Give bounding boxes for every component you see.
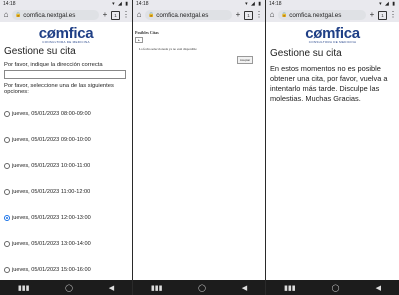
- time-slot-option[interactable]: jueves, 05/01/2023 12:00-13:00: [4, 205, 128, 231]
- android-nav-bar: ▮▮▮ ◯ ◀: [133, 280, 265, 295]
- home-icon[interactable]: ⌂: [2, 11, 10, 19]
- browser-menu-icon[interactable]: ⋮: [122, 11, 130, 19]
- status-time: 14:18: [136, 1, 149, 7]
- radio-button[interactable]: [4, 189, 10, 195]
- time-slot-option[interactable]: jueves, 05/01/2023 10:00-11:00: [4, 153, 128, 179]
- time-slot-list: jueves, 05/01/2023 08:00-09:00 jueves, 0…: [4, 101, 128, 283]
- time-slot-option[interactable]: jueves, 05/01/2023 13:00-14:00: [4, 231, 128, 257]
- url-field[interactable]: 🔒 comfica.nextgal.es: [12, 10, 99, 20]
- time-slot-label: jueves, 05/01/2023 13:00-14:00: [12, 241, 91, 247]
- phone-screen-3: 14:18 ▾ ◢ ▮ ⌂ 🔒 comfica.nextgal.es + 1 ⋮…: [266, 0, 399, 295]
- recents-icon[interactable]: ▮▮▮: [18, 284, 30, 292]
- status-icons: ▾ ◢ ▮: [112, 1, 129, 7]
- logo-tagline: CONSULTORA DE MEDICINA: [42, 40, 90, 44]
- time-slot-label: jueves, 05/01/2023 11:00-12:00: [12, 189, 91, 195]
- new-tab-button[interactable]: +: [234, 11, 242, 19]
- radio-button[interactable]: [4, 241, 10, 247]
- tab-switcher-button[interactable]: 1: [378, 10, 387, 20]
- status-icons: ▾ ◢ ▮: [245, 1, 262, 7]
- address-label: Por favor, indique la dirección correcta: [4, 62, 103, 68]
- url-text: comfica.nextgal.es: [23, 11, 76, 19]
- url-field[interactable]: 🔒 comfica.nextgal.es: [145, 10, 232, 20]
- tab-switcher-button[interactable]: 1: [244, 10, 253, 20]
- status-time: 14:18: [3, 1, 16, 7]
- android-nav-bar: ▮▮▮ ◯ ◀: [266, 280, 399, 295]
- browser-url-bar: ⌂ 🔒 comfica.nextgal.es + 1 ⋮: [0, 8, 132, 22]
- android-nav-bar: ▮▮▮ ◯ ◀: [0, 280, 132, 295]
- lock-icon[interactable]: 🔒: [148, 12, 154, 18]
- time-slot-option[interactable]: jueves, 05/01/2023 11:00-12:00: [4, 179, 128, 205]
- home-icon[interactable]: ⌂: [268, 11, 276, 19]
- lock-icon[interactable]: 🔒: [15, 12, 21, 18]
- dialog-small-button[interactable]: ▸: [135, 37, 143, 43]
- logo-tagline: CONSULTORA DE MEDICINA: [308, 40, 357, 44]
- recents-icon[interactable]: ▮▮▮: [284, 284, 296, 292]
- browser-url-bar: ⌂ 🔒 comfica.nextgal.es + 1 ⋮: [133, 8, 265, 22]
- unavailable-message: En estos momentos no es posible obtener …: [270, 64, 388, 103]
- new-tab-button[interactable]: +: [368, 11, 376, 19]
- unavailable-panel: Gestione su cita En estos momentos no es…: [266, 48, 399, 104]
- back-icon[interactable]: ◀: [109, 284, 114, 292]
- phone-screen-2: 14:18 ▾ ◢ ▮ ⌂ 🔒 comfica.nextgal.es + 1 ⋮…: [133, 0, 265, 295]
- brand-logo: cømfica CONSULTORA DE MEDICINA: [266, 26, 399, 44]
- time-slot-option[interactable]: jueves, 05/01/2023 08:00-09:00: [4, 101, 128, 127]
- status-bar: 14:18 ▾ ◢ ▮: [0, 0, 132, 8]
- radio-button[interactable]: [4, 137, 10, 143]
- url-text: comfica.nextgal.es: [289, 11, 342, 19]
- time-slot-label: jueves, 05/01/2023 15:00-16:00: [12, 267, 91, 273]
- home-nav-icon[interactable]: ◯: [332, 284, 340, 292]
- time-slot-option[interactable]: jueves, 05/01/2023 09:00-10:00: [4, 127, 128, 153]
- status-time: 14:18: [269, 1, 282, 7]
- page-title: Gestione su cita: [270, 48, 342, 59]
- time-slot-label: jueves, 05/01/2023 10:00-11:00: [12, 163, 91, 169]
- address-input[interactable]: [4, 70, 126, 79]
- recents-icon[interactable]: ▮▮▮: [151, 284, 163, 292]
- brand-logo: cømfica CONSULTORA DE MEDICINA: [0, 26, 132, 44]
- time-slot-label: jueves, 05/01/2023 12:00-13:00: [12, 215, 91, 221]
- home-nav-icon[interactable]: ◯: [198, 284, 206, 292]
- browser-menu-icon[interactable]: ⋮: [255, 11, 263, 19]
- new-tab-button[interactable]: +: [101, 11, 109, 19]
- accept-button[interactable]: Aceptar: [237, 56, 253, 64]
- page-title: Gestione su cita: [4, 46, 76, 57]
- radio-button[interactable]: [4, 163, 10, 169]
- url-field[interactable]: 🔒 comfica.nextgal.es: [278, 10, 366, 20]
- appointment-form: Gestione su cita Por favor, indique la d…: [0, 46, 132, 283]
- logo-wordmark: cømfica: [38, 25, 94, 42]
- dialog-message: La fecha seleccionada ya no está disponi…: [139, 47, 197, 51]
- radio-button[interactable]: [4, 111, 10, 117]
- home-icon[interactable]: ⌂: [135, 11, 143, 19]
- dialog-title: Posibles Citas: [135, 30, 159, 35]
- back-icon[interactable]: ◀: [242, 284, 247, 292]
- tab-switcher-button[interactable]: 1: [111, 10, 120, 20]
- time-slot-label: jueves, 05/01/2023 09:00-10:00: [12, 137, 91, 143]
- browser-url-bar: ⌂ 🔒 comfica.nextgal.es + 1 ⋮: [266, 8, 399, 22]
- options-label: Por favor, seleccione una de las siguien…: [4, 83, 114, 95]
- home-nav-icon[interactable]: ◯: [65, 284, 73, 292]
- logo-wordmark: cømfica: [305, 25, 360, 42]
- time-slot-label: jueves, 05/01/2023 08:00-09:00: [12, 111, 91, 117]
- lock-icon[interactable]: 🔒: [281, 12, 287, 18]
- status-bar: 14:18 ▾ ◢ ▮: [266, 0, 399, 8]
- browser-menu-icon[interactable]: ⋮: [389, 11, 397, 19]
- screenshot-collage: 14:18 ▾ ◢ ▮ ⌂ 🔒 comfica.nextgal.es + 1 ⋮…: [0, 0, 399, 295]
- radio-button[interactable]: [4, 267, 10, 273]
- url-text: comfica.nextgal.es: [156, 11, 209, 19]
- back-icon[interactable]: ◀: [376, 284, 381, 292]
- radio-button-selected[interactable]: [4, 215, 10, 221]
- status-bar: 14:18 ▾ ◢ ▮: [133, 0, 265, 8]
- phone-screen-1: 14:18 ▾ ◢ ▮ ⌂ 🔒 comfica.nextgal.es + 1 ⋮…: [0, 0, 132, 295]
- status-icons: ▾ ◢ ▮: [379, 1, 396, 7]
